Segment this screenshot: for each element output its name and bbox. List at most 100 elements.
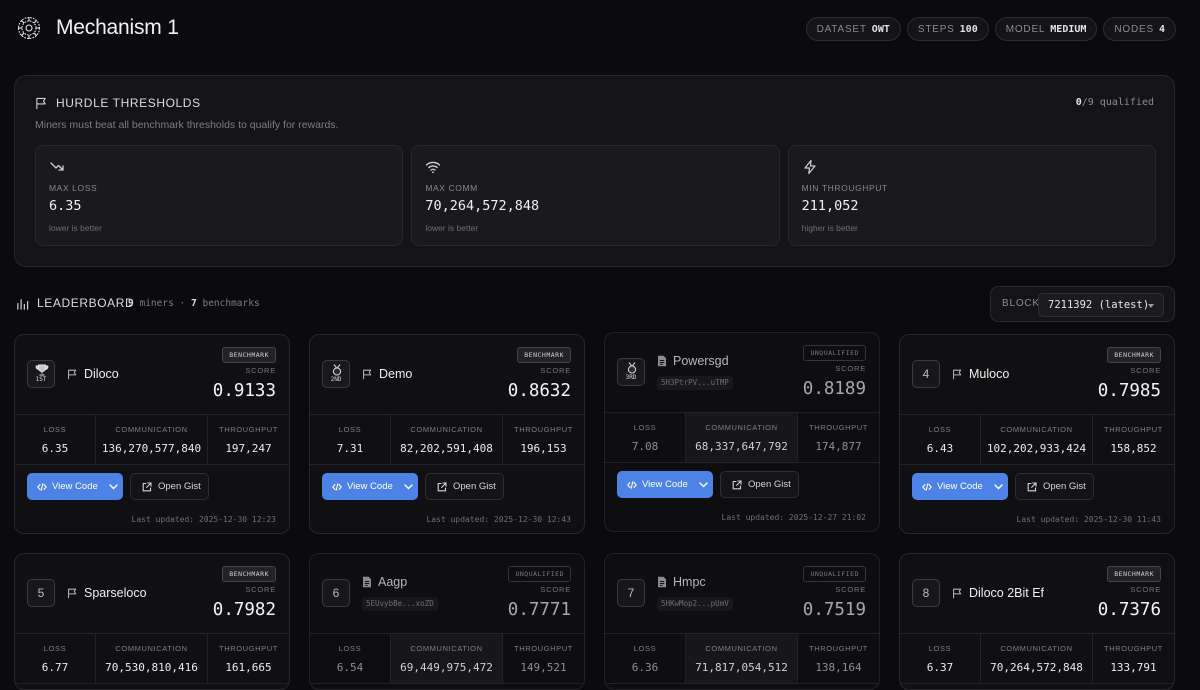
- open-gist-button[interactable]: Open Gist: [130, 473, 209, 500]
- threshold-card-min-throughput: MIN THROUGHPUT 211,052 higher is better: [787, 145, 1156, 246]
- miner-address[interactable]: 5EUvybBe...xoZD: [362, 597, 438, 611]
- metric-throughput: THROUGHPUT 138,164: [798, 634, 879, 683]
- miner-address[interactable]: 5HKwMop2...pUmV: [657, 597, 733, 611]
- steps-pill: STEPS 100: [906, 17, 989, 41]
- status-badge: BENCHMARK: [517, 347, 571, 363]
- threshold-hint: lower is better: [49, 223, 102, 233]
- open-gist-label: Open Gist: [748, 479, 791, 490]
- view-code-button[interactable]: View Code: [27, 473, 123, 500]
- metric-loss: LOSS 6.54: [310, 634, 391, 683]
- threshold-card-max-loss: MAX LOSS 6.35 lower is better: [35, 145, 404, 246]
- benchmarks-count: 7: [191, 298, 197, 309]
- metric-value: 133,791: [1110, 661, 1157, 674]
- flag-icon: [36, 97, 46, 109]
- score-value: 0.7771: [507, 600, 571, 620]
- score-value: 0.7519: [802, 600, 866, 620]
- metric-value: 6.43: [926, 442, 954, 455]
- metric-value: 136,270,577,840: [101, 442, 202, 455]
- metric-communication: COMMUNICATION 102,202,933,424: [981, 415, 1093, 464]
- view-code-button[interactable]: View Code: [322, 473, 418, 500]
- view-code-button[interactable]: View Code: [617, 471, 713, 498]
- miners-count: 9: [128, 298, 134, 309]
- miner-card: 4 Muloco BENCHMARK SCORE 0.7985 LOSS 6.43 COMMU…: [899, 334, 1175, 534]
- metric-label: COMMUNICATION: [705, 423, 778, 432]
- threshold-card-max-comm: MAX COMM 70,264,572,848 lower is better: [411, 145, 780, 246]
- status-badge: BENCHMARK: [1107, 347, 1161, 363]
- score-label: SCORE: [245, 585, 276, 594]
- miner-name-text: Aagp: [378, 575, 408, 589]
- metric-value: 174,877: [815, 440, 862, 453]
- miner-name: Hmpc: [657, 575, 706, 589]
- open-gist-button[interactable]: Open Gist: [720, 471, 799, 498]
- open-gist-label: Open Gist: [453, 481, 496, 492]
- medal-icon: [627, 362, 637, 374]
- pill-value: OWT: [871, 23, 890, 35]
- miner-name-text: Powersgd: [673, 354, 729, 368]
- trophy-icon: [35, 364, 49, 376]
- chevron-down-icon: [404, 483, 413, 489]
- pill-label: MODEL: [1005, 23, 1046, 35]
- flag-icon: [68, 588, 77, 598]
- open-gist-button[interactable]: Open Gist: [1015, 473, 1094, 500]
- metric-throughput: THROUGHPUT 161,665: [208, 634, 289, 683]
- rank-badge: 7: [617, 579, 645, 607]
- metric-loss: LOSS 7.31: [310, 415, 391, 464]
- metric-label: THROUGHPUT: [219, 644, 278, 653]
- pill-label: DATASET: [816, 23, 867, 35]
- code-icon: [332, 482, 342, 491]
- view-code-button[interactable]: View Code: [912, 473, 1008, 500]
- flag-icon: [953, 588, 962, 598]
- metric-value: 197,247: [225, 442, 272, 455]
- pill-value: 100: [959, 23, 978, 35]
- metric-value: 6.37: [926, 661, 954, 674]
- chevron-down-icon: [1148, 304, 1154, 308]
- metric-label: COMMUNICATION: [115, 644, 188, 653]
- medal-icon: [332, 364, 342, 376]
- miner-address[interactable]: 5H3PtrPV...uTMP: [657, 376, 733, 390]
- score-label: SCORE: [835, 364, 866, 373]
- metric-value: 102,202,933,424: [986, 442, 1087, 455]
- metrics-row: LOSS 6.43 COMMUNICATION 102,202,933,424 THRO…: [900, 414, 1174, 465]
- miner-name: Powersgd: [657, 354, 729, 368]
- leaderboard-title: LEADERBOARD: [16, 296, 134, 310]
- metrics-row: LOSS 6.77 COMMUNICATION 70,530,810,416 THROU…: [15, 633, 289, 684]
- last-updated: Last updated: 2025-12-30 12:43: [426, 515, 572, 524]
- metric-value: 6.36: [631, 661, 659, 674]
- metric-communication: COMMUNICATION 70,530,810,416: [96, 634, 208, 683]
- qualified-rest: /9 qualified: [1081, 97, 1154, 108]
- page-title: Mechanism 1: [56, 16, 179, 39]
- block-select[interactable]: 7211392 (latest): [1038, 293, 1164, 317]
- miner-name-text: Demo: [379, 367, 413, 381]
- metric-label: LOSS: [928, 644, 952, 653]
- score-label: SCORE: [835, 585, 866, 594]
- metric-value: 149,521: [520, 661, 567, 674]
- view-code-label: View Code: [347, 481, 393, 492]
- hurdle-thresholds-panel: HURDLE THRESHOLDS Miners must beat all b…: [14, 75, 1175, 267]
- config-pills: DATASET OWT STEPS 100 MODEL MEDIUM NODES 4: [805, 17, 1176, 41]
- code-icon: [37, 482, 47, 491]
- open-gist-button[interactable]: Open Gist: [425, 473, 504, 500]
- chevron-down-icon: [109, 483, 118, 489]
- code-icon: [627, 480, 637, 489]
- external-link-icon: [732, 479, 742, 489]
- rank-medal: 3RD: [617, 358, 645, 386]
- metric-label: LOSS: [43, 425, 67, 434]
- metric-label: LOSS: [338, 644, 362, 653]
- metric-label: THROUGHPUT: [1104, 425, 1163, 434]
- metric-label: COMMUNICATION: [1000, 644, 1073, 653]
- metrics-row: LOSS 6.54 COMMUNICATION 69,449,975,472 THROU…: [310, 633, 584, 684]
- last-updated: Last updated: 2025-12-30 12:23: [131, 515, 277, 524]
- metric-throughput: THROUGHPUT 158,852: [1093, 415, 1174, 464]
- threshold-label: MAX LOSS: [49, 183, 98, 193]
- metric-communication: COMMUNICATION 70,264,572,848: [981, 634, 1093, 683]
- metric-value: 7.08: [631, 440, 659, 453]
- logo-icon: [17, 16, 41, 40]
- metric-label: COMMUNICATION: [115, 425, 188, 434]
- rank-badge: 8: [912, 579, 940, 607]
- pill-value: MEDIUM: [1050, 23, 1087, 35]
- meta-separator: ·: [179, 298, 186, 309]
- flag-icon: [363, 369, 372, 379]
- rank-medal: 2ND: [322, 360, 350, 388]
- metric-loss: LOSS 6.35: [15, 415, 96, 464]
- score-value: 0.9133: [212, 381, 276, 401]
